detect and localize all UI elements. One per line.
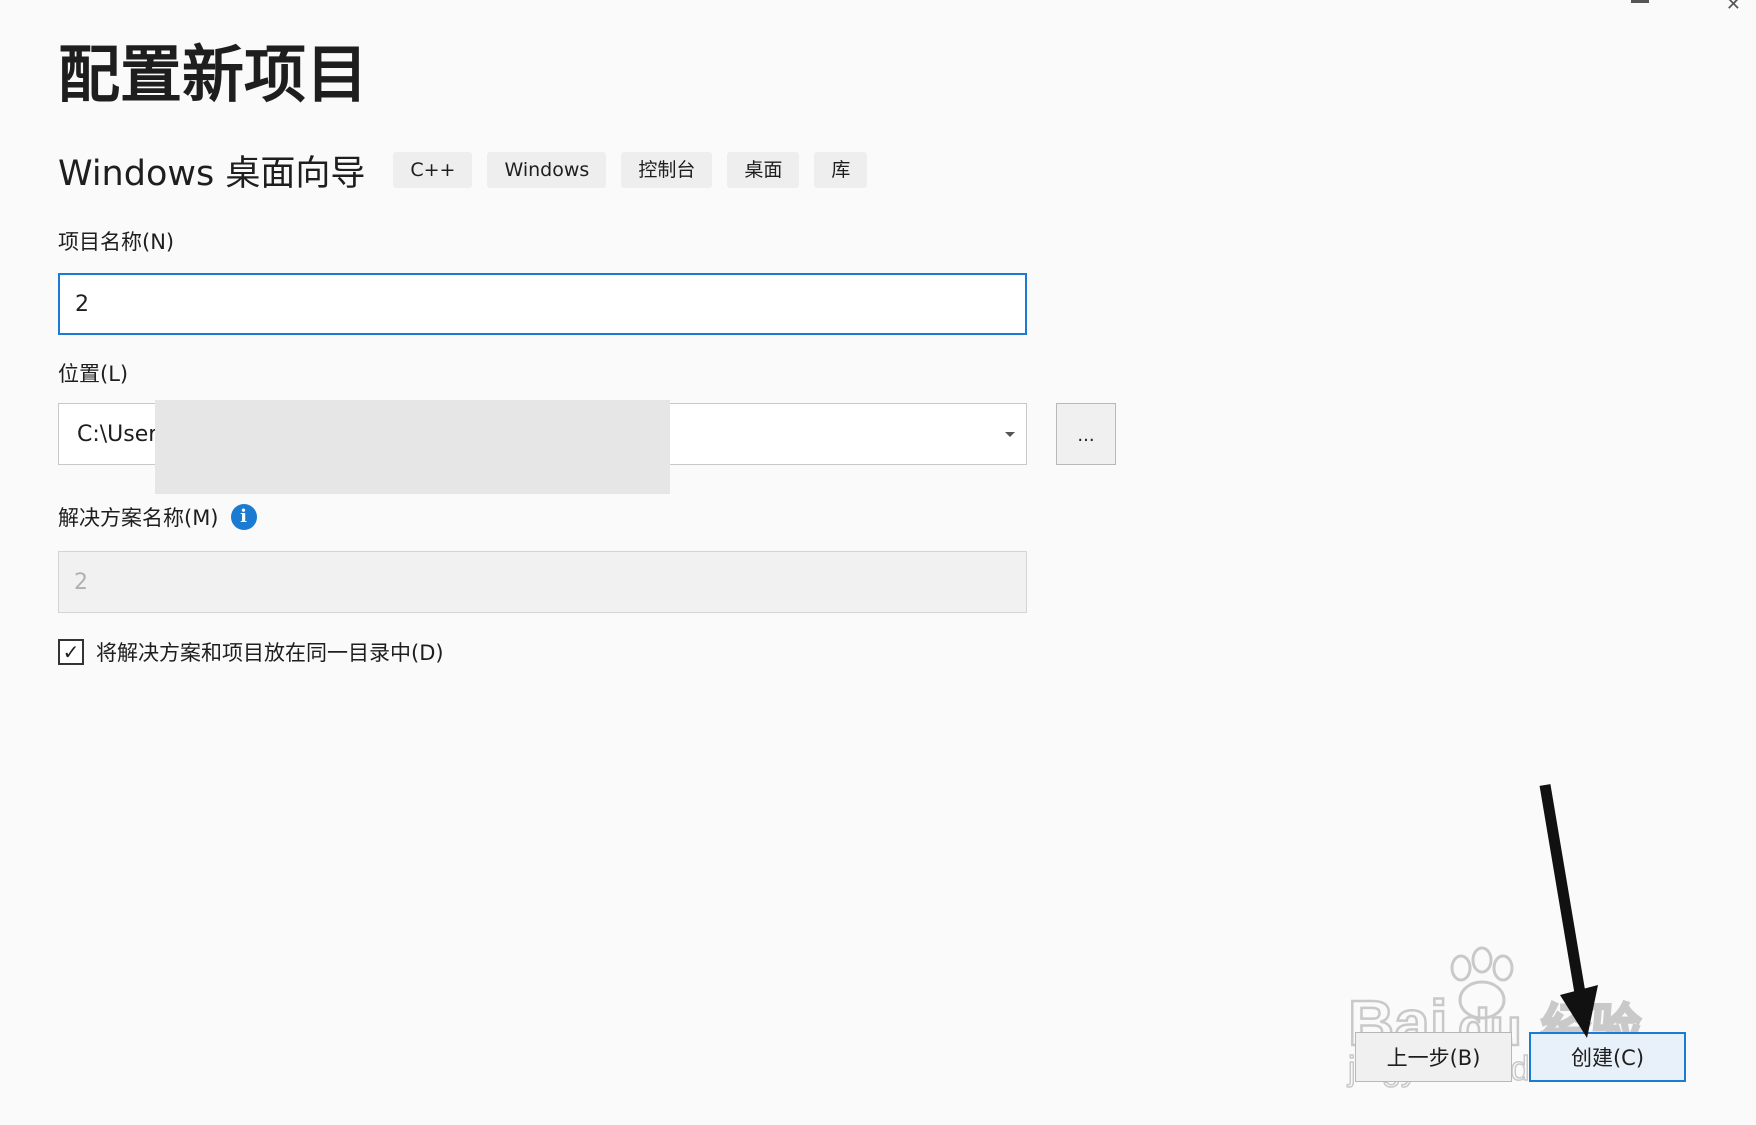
redaction-overlay [155, 400, 670, 494]
info-icon[interactable]: i [230, 504, 257, 530]
minimize-icon[interactable] [1631, 0, 1649, 3]
solution-name-input [58, 551, 1027, 613]
project-name-label: 项目名称(N) [58, 230, 175, 254]
tag-console: 控制台 [621, 152, 713, 188]
solution-name-label-row: 解决方案名称(M) i [58, 502, 257, 532]
page-title: 配置新项目 [58, 38, 369, 111]
tag-cpp: C++ [393, 152, 473, 188]
create-button[interactable]: 创建(C) [1529, 1032, 1686, 1082]
browse-button[interactable]: ... [1056, 403, 1116, 465]
configure-project-dialog: ✕ 配置新项目 Windows 桌面向导 C++ Windows 控制台 桌面 … [0, 0, 1756, 1125]
tag-desktop: 桌面 [727, 152, 800, 188]
tag-library: 库 [814, 152, 868, 188]
same-directory-label: 将解决方案和项目放在同一目录中(D) [96, 641, 444, 665]
location-label: 位置(L) [58, 362, 129, 386]
arrow-annotation [1539, 784, 1598, 1038]
template-header: Windows 桌面向导 C++ Windows 控制台 桌面 库 [58, 145, 882, 195]
same-directory-option[interactable]: ✓ 将解决方案和项目放在同一目录中(D) [58, 637, 444, 667]
same-directory-checkbox[interactable]: ✓ [58, 639, 84, 665]
solution-name-label: 解决方案名称(M) [58, 506, 219, 530]
window-controls: ✕ [1606, 0, 1756, 15]
chevron-down-icon[interactable] [1005, 431, 1015, 437]
project-name-input[interactable] [58, 273, 1027, 335]
template-name: Windows 桌面向导 [58, 153, 366, 194]
close-icon[interactable]: ✕ [1726, 0, 1741, 15]
back-button[interactable]: 上一步(B) [1355, 1032, 1512, 1082]
tag-windows: Windows [487, 152, 607, 188]
